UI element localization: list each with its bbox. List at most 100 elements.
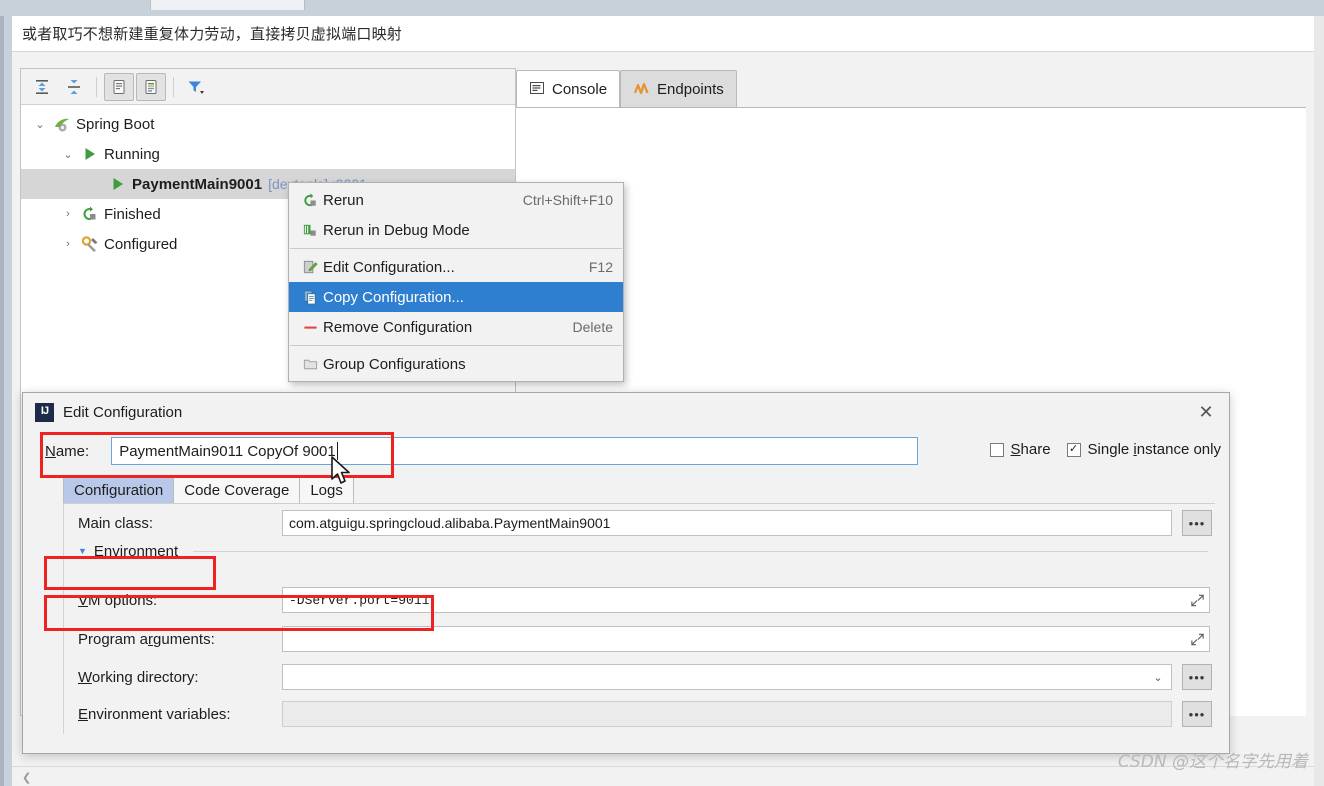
- main-class-value: com.atguigu.springcloud.alibaba.PaymentM…: [289, 515, 611, 531]
- main-class-browse-button[interactable]: •••: [1182, 510, 1212, 536]
- note-text: 或者取巧不想新建重复体力劳动，直接拷贝虚拟端口映射: [22, 25, 403, 43]
- tree-node-spring-boot[interactable]: ⌄ Spring Boot: [21, 109, 515, 139]
- tab-configuration[interactable]: Configuration: [63, 477, 175, 503]
- run-configuration-context-menu: Rerun Ctrl+Shift+F10 Rerun in Debug Mode: [288, 182, 624, 382]
- debug-icon: [297, 222, 323, 239]
- menu-item-label: Group Configurations: [323, 355, 466, 373]
- tab-console-label: Console: [552, 81, 608, 98]
- chevron-down-icon[interactable]: ⌄: [29, 118, 51, 131]
- vm-options-input[interactable]: -DServer.port=9011: [282, 587, 1210, 613]
- console-icon: [529, 80, 545, 100]
- toolbar-separator: [96, 76, 97, 97]
- main-class-input[interactable]: com.atguigu.springcloud.alibaba.PaymentM…: [282, 510, 1172, 536]
- menu-item-label: Rerun in Debug Mode: [323, 221, 470, 239]
- tree-node-label: Spring Boot: [76, 115, 155, 133]
- copy-icon: [297, 289, 323, 306]
- menu-item-shortcut: Delete: [572, 319, 613, 335]
- toolbar-separator-2: [173, 76, 174, 97]
- filter-icon[interactable]: [181, 73, 211, 101]
- vm-options-label: VM options:: [78, 591, 158, 609]
- menu-item-group-configurations[interactable]: Group Configurations: [289, 349, 623, 379]
- environment-section-divider: [193, 550, 1208, 552]
- vm-options-value: -DServer.port=9011: [289, 592, 430, 608]
- close-icon[interactable]: ✕: [1183, 393, 1229, 431]
- ide-right-strip: [1314, 16, 1324, 786]
- single-instance-checkbox-label: Single instance only: [1087, 441, 1221, 458]
- menu-separator: [290, 248, 622, 249]
- vm-options-expand-icon[interactable]: [1186, 588, 1208, 612]
- collapse-all-icon[interactable]: [59, 73, 89, 101]
- csdn-watermark: CSDN @这个名字先用着: [1117, 752, 1308, 772]
- dialog-tabs: Configuration Code Coverage Logs: [63, 477, 354, 503]
- tree-node-running[interactable]: ⌄ Running: [21, 139, 515, 169]
- menu-item-label: Edit Configuration...: [323, 258, 455, 276]
- triangle-down-icon[interactable]: ▼: [78, 546, 87, 556]
- spring-boot-icon: [51, 115, 73, 134]
- environment-section-header[interactable]: ▼ Environment: [78, 540, 1208, 562]
- rerun-icon: [79, 205, 101, 223]
- screenshot-root: 或者取巧不想新建重复体力劳动，直接拷贝虚拟端口映射 ⌄ Spring Boot …: [0, 0, 1324, 786]
- run-green-icon: [107, 175, 129, 193]
- environment-section-label: Environment: [93, 542, 179, 560]
- tree-node-label: PaymentMain9001: [132, 175, 263, 193]
- expand-all-icon[interactable]: [27, 73, 57, 101]
- working-directory-label: Working directory:: [78, 668, 199, 686]
- ide-left-strip-accent: [0, 16, 4, 786]
- run-green-icon: [79, 145, 101, 163]
- program-arguments-label: Program arguments:: [78, 630, 215, 648]
- tree-node-label: Finished: [104, 205, 161, 223]
- tree-node-label: Running: [104, 145, 160, 163]
- minus-icon: [297, 319, 323, 336]
- tab-console[interactable]: Console: [516, 70, 621, 108]
- menu-item-copy-configuration[interactable]: Copy Configuration...: [289, 282, 623, 312]
- name-label: Name:: [45, 442, 90, 460]
- chevron-down-icon[interactable]: ⌄: [57, 148, 79, 161]
- tab-endpoints-label: Endpoints: [657, 81, 724, 98]
- share-checkbox[interactable]: Share: [989, 441, 1051, 458]
- single-instance-checkbox-box[interactable]: ✓: [1066, 442, 1081, 457]
- wrench-icon: [79, 235, 101, 254]
- menu-item-rerun[interactable]: Rerun Ctrl+Shift+F10: [289, 185, 623, 215]
- tab-endpoints[interactable]: Endpoints: [620, 70, 737, 108]
- configuration-form: Main class: com.atguigu.springcloud.alib…: [63, 504, 1215, 734]
- menu-item-rerun-debug[interactable]: Rerun in Debug Mode: [289, 215, 623, 245]
- chevron-right-icon[interactable]: ›: [57, 208, 79, 220]
- run-toolbar: [21, 69, 515, 105]
- dialog-title: Edit Configuration: [63, 403, 183, 421]
- menu-separator-2: [290, 345, 622, 346]
- show-output-icon[interactable]: [136, 72, 166, 101]
- program-arguments-expand-icon[interactable]: [1186, 627, 1208, 651]
- environment-variables-browse-button[interactable]: •••: [1182, 701, 1212, 727]
- working-directory-input[interactable]: [282, 664, 1172, 690]
- rerun-icon: [297, 192, 323, 209]
- program-arguments-input[interactable]: [282, 626, 1210, 652]
- menu-item-label: Rerun: [323, 191, 364, 209]
- ide-tab-fragment[interactable]: [150, 0, 305, 10]
- mouse-cursor: [330, 456, 356, 493]
- menu-item-label: Copy Configuration...: [323, 288, 464, 306]
- menu-item-shortcut: F12: [588, 259, 613, 275]
- name-input-value: PaymentMain9011 CopyOf 9001: [119, 442, 336, 460]
- note-bar: 或者取巧不想新建重复体力劳动，直接拷贝虚拟端口映射: [12, 16, 1314, 52]
- single-instance-checkbox[interactable]: ✓ Single instance only: [1066, 441, 1221, 458]
- working-directory-dropdown-icon[interactable]: ⌄: [1146, 665, 1170, 689]
- chevron-right-icon[interactable]: ›: [57, 238, 79, 250]
- tab-code-coverage[interactable]: Code Coverage: [173, 477, 301, 503]
- edit-config-icon: [297, 259, 323, 276]
- intellij-logo-icon: IJ: [35, 402, 54, 422]
- environment-variables-label: Environment variables:: [78, 705, 231, 723]
- folder-icon: [297, 356, 323, 373]
- name-input[interactable]: PaymentMain9011 CopyOf 9001: [111, 437, 919, 465]
- dialog-titlebar: IJ Edit Configuration: [23, 393, 1229, 431]
- menu-item-label: Remove Configuration: [323, 318, 473, 336]
- environment-variables-input[interactable]: [282, 701, 1172, 727]
- edit-configuration-dialog: IJ Edit Configuration ✕ Name: PaymentMai…: [22, 392, 1230, 754]
- endpoints-icon: [633, 80, 650, 100]
- scroll-left-icon[interactable]: ❮: [22, 771, 31, 784]
- share-checkbox-box[interactable]: [989, 442, 1004, 457]
- working-directory-browse-button[interactable]: •••: [1182, 664, 1212, 690]
- menu-item-remove-configuration[interactable]: Remove Configuration Delete: [289, 312, 623, 342]
- main-class-label: Main class:: [78, 514, 154, 532]
- menu-item-edit-configuration[interactable]: Edit Configuration... F12: [289, 252, 623, 282]
- show-console-icon[interactable]: [104, 72, 134, 101]
